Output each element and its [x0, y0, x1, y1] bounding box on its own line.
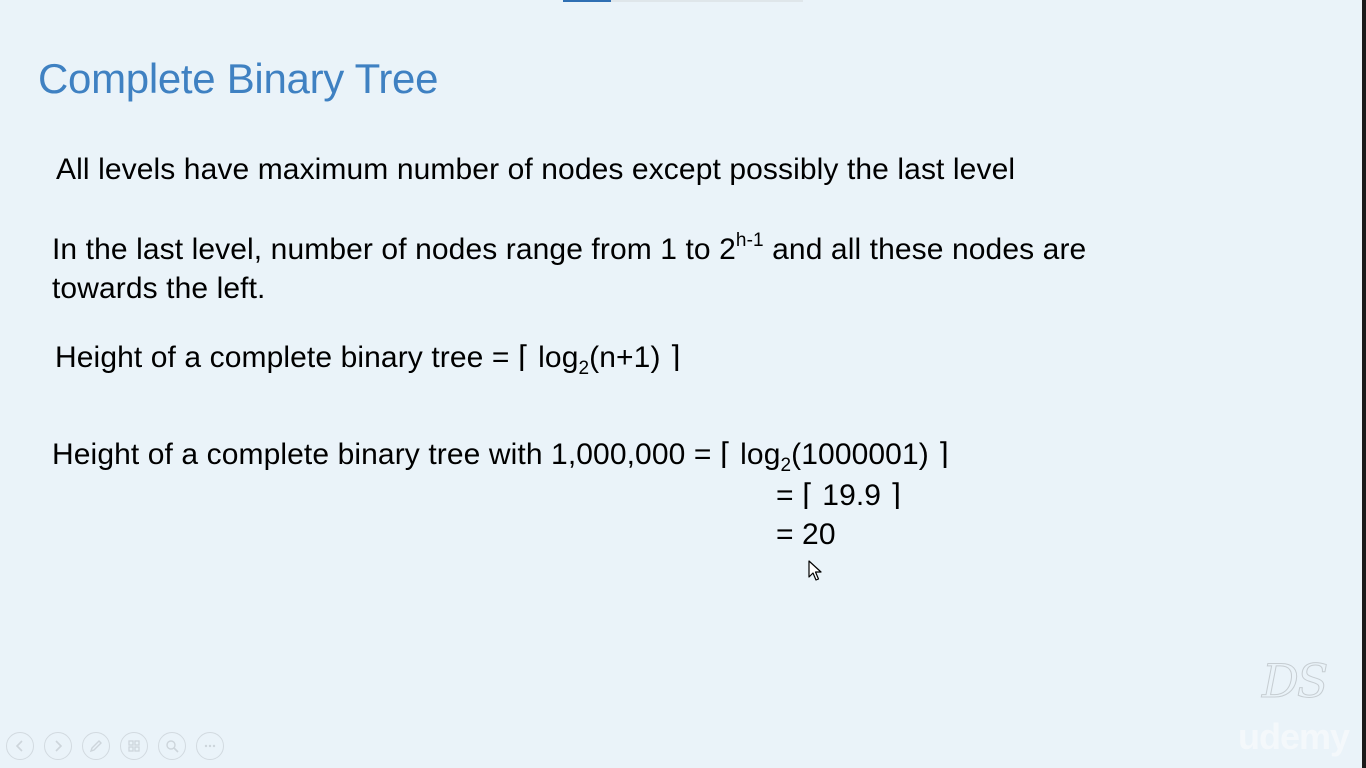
height-example-result: = 20	[776, 518, 836, 551]
height-example-part2: (1000001) ⌉	[791, 438, 950, 471]
last-level-text: In the last level, number of nodes range…	[52, 230, 1086, 267]
mouse-pointer-icon	[808, 560, 822, 581]
pen-icon	[89, 740, 102, 753]
more-icon	[204, 744, 216, 748]
slides-grid-icon	[128, 740, 140, 752]
height-formula: Height of a complete binary tree = ⌈ log…	[55, 340, 681, 380]
previous-slide-button[interactable]	[6, 732, 34, 760]
udemy-watermark-logo: udemy	[1238, 716, 1350, 757]
zoom-icon	[166, 740, 179, 753]
slide-title: Complete Binary Tree	[38, 55, 439, 102]
slide-progress-bar	[563, 0, 803, 2]
last-level-text-continued: towards the left.	[52, 272, 266, 305]
definition-text: All levels have maximum number of nodes …	[56, 153, 1016, 186]
log-base-subscript: 2	[578, 358, 590, 379]
height-example-step: = ⌈ 19.9 ⌉	[776, 479, 902, 512]
more-options-button[interactable]	[196, 732, 224, 760]
presentation-controls	[6, 732, 224, 764]
ds-monogram-logo: DS	[1261, 654, 1328, 709]
presentation-slide: Complete Binary Tree All levels have max…	[0, 0, 1366, 768]
slide-progress-fill	[563, 0, 611, 2]
zoom-button[interactable]	[158, 732, 186, 760]
height-formula-part2: (n+1) ⌉	[589, 341, 681, 374]
see-all-slides-button[interactable]	[120, 732, 148, 760]
log-base-subscript: 2	[780, 455, 792, 476]
last-level-text-part1: In the last level, number of nodes range…	[52, 233, 736, 266]
height-example-part1: Height of a complete binary tree with 1,…	[52, 438, 781, 471]
last-level-text-part2: and all these nodes are	[763, 233, 1087, 266]
height-formula-part1: Height of a complete binary tree = ⌈ log	[55, 341, 579, 374]
exponent-superscript: h-1	[735, 230, 764, 251]
previous-icon	[15, 740, 23, 752]
next-slide-button[interactable]	[44, 732, 72, 760]
window-edge	[1362, 0, 1366, 768]
pen-tool-button[interactable]	[82, 732, 110, 760]
next-icon	[55, 740, 63, 752]
height-example: Height of a complete binary tree with 1,…	[52, 437, 949, 477]
